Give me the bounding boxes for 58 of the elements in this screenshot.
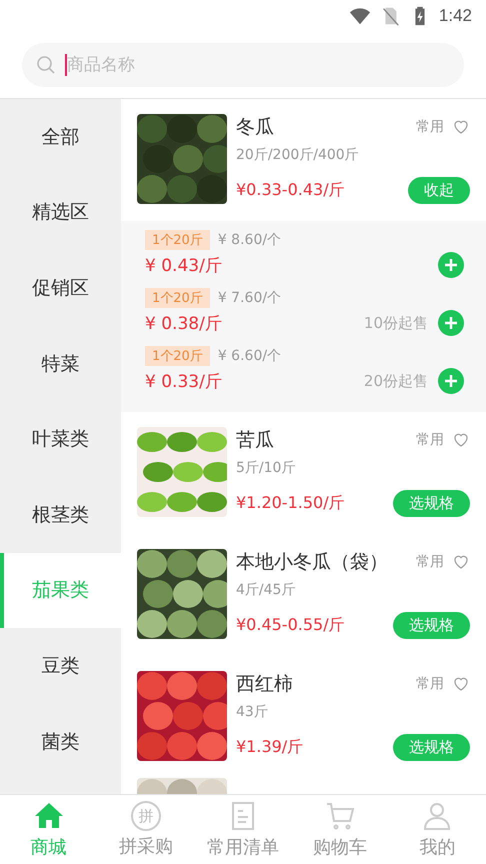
unit-price: ¥ 7.60/个 xyxy=(218,289,282,307)
clock-time: 1:42 xyxy=(438,6,472,26)
category-item[interactable]: 根茎类 xyxy=(0,476,121,553)
category-item[interactable]: 特菜 xyxy=(0,326,121,402)
text-cursor xyxy=(65,54,67,76)
heart-icon[interactable] xyxy=(452,118,470,136)
tab-bar-item[interactable]: 购物车 xyxy=(295,800,386,859)
circle-badge-icon: 拼 xyxy=(130,801,161,831)
category-item[interactable]: 叶菜类 xyxy=(0,401,121,477)
common-label: 常用 xyxy=(416,118,444,136)
collapse-button[interactable]: 收起 xyxy=(408,177,470,204)
product-name: 冬瓜 xyxy=(236,115,275,140)
category-item[interactable]: 菌类 xyxy=(0,704,121,780)
price-range: ¥1.20-1.50/斤 xyxy=(236,493,345,514)
product-specs: 5斤/10斤 xyxy=(236,459,296,477)
unit-price: ¥ 6.60/个 xyxy=(218,347,282,365)
heart-icon[interactable] xyxy=(452,553,470,571)
add-icon[interactable] xyxy=(438,252,464,278)
minimum-order: 20份起售 xyxy=(364,372,428,390)
option-price: ¥ 0.38/斤 xyxy=(145,312,223,334)
size-tag: 1个20斤 xyxy=(145,346,210,366)
category-item[interactable]: 促销区 xyxy=(0,250,121,326)
choose-spec-button[interactable]: 选规格 xyxy=(393,490,470,517)
size-tag: 1个20斤 xyxy=(145,230,210,250)
category-item[interactable]: 茄果类 xyxy=(0,552,121,628)
tab-bar-item[interactable]: 商城 xyxy=(4,800,94,859)
common-label: 常用 xyxy=(416,431,444,449)
common-label: 常用 xyxy=(416,553,444,571)
option-price: ¥ 0.43/斤 xyxy=(145,254,223,276)
category-item[interactable]: 精选区 xyxy=(0,174,121,250)
tab-bar-item[interactable]: 拼 拼采购 xyxy=(100,801,191,858)
product-name: 苦瓜 xyxy=(236,428,275,453)
search-icon xyxy=(36,55,56,75)
choose-spec-button[interactable]: 选规格 xyxy=(393,612,470,639)
unit-price: ¥ 8.60/个 xyxy=(218,231,282,249)
add-icon[interactable] xyxy=(438,368,464,394)
add-icon[interactable] xyxy=(438,310,464,336)
price-range: ¥0.45-0.55/斤 xyxy=(236,615,345,636)
category-item[interactable]: 全部 xyxy=(0,99,121,175)
cart-icon xyxy=(324,800,356,832)
category-item[interactable]: 豆类 xyxy=(0,628,121,704)
product-specs: 4斤/45斤 xyxy=(236,581,296,599)
common-label: 常用 xyxy=(416,675,444,693)
price-range: ¥0.33-0.43/斤 xyxy=(236,180,345,201)
minimum-order: 10份起售 xyxy=(364,314,428,332)
search-field[interactable]: 商品名称 xyxy=(22,43,464,87)
price-range: ¥1.39/斤 xyxy=(236,737,304,758)
size-tag: 1个20斤 xyxy=(145,288,210,308)
product-specs: 43斤 xyxy=(236,703,269,721)
option-price: ¥ 0.33/斤 xyxy=(145,370,223,392)
tab-bar-item[interactable]: 我的 xyxy=(392,800,482,859)
product-name: 本地小冬瓜（袋） xyxy=(236,550,389,575)
product-name: 西红柿 xyxy=(236,672,294,697)
heart-icon[interactable] xyxy=(452,675,470,693)
choose-spec-button[interactable]: 选规格 xyxy=(393,734,470,761)
tab-bar-item[interactable]: 常用清单 xyxy=(198,800,288,859)
heart-icon[interactable] xyxy=(452,431,470,449)
product-specs: 20斤/200斤/400斤 xyxy=(236,146,360,164)
